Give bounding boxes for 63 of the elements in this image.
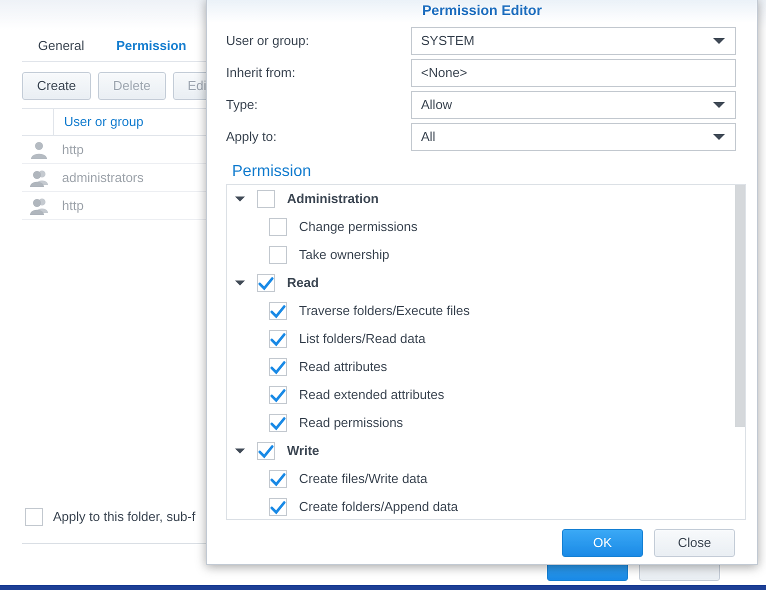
table-cell-text: administrators: [62, 168, 144, 187]
user-icon: [30, 140, 48, 158]
checkbox[interactable]: [269, 246, 287, 264]
permission-label: Read attributes: [299, 358, 388, 376]
checkbox[interactable]: [269, 470, 287, 488]
section-heading: Permission: [232, 162, 312, 182]
checkbox[interactable]: [269, 218, 287, 236]
group-label: Administration: [287, 190, 379, 208]
caret-icon: [713, 38, 725, 44]
field-label: Apply to:: [226, 128, 278, 146]
check-icon: [270, 415, 286, 431]
checkbox[interactable]: [257, 274, 275, 292]
checkbox[interactable]: [269, 414, 287, 432]
column-header[interactable]: User or group: [54, 112, 144, 132]
dropdown-field[interactable]: SYSTEM: [411, 27, 736, 55]
check-icon: [270, 303, 286, 319]
permission-label: Create files/Write data: [299, 470, 428, 488]
permission-label: Traverse folders/Execute files: [299, 302, 470, 320]
permission-label: Take ownership: [299, 246, 390, 264]
checkbox[interactable]: [257, 442, 275, 460]
table-cell-text: http: [62, 140, 84, 159]
group-label: Write: [287, 442, 320, 460]
input-field[interactable]: <None>: [411, 59, 736, 87]
check-icon: [270, 387, 286, 403]
checkbox[interactable]: [257, 190, 275, 208]
group-icon: [30, 196, 48, 214]
dialog-title: Permission Editor: [207, 0, 757, 23]
expand-icon[interactable]: [235, 448, 245, 454]
check-icon: [270, 499, 286, 515]
checkbox[interactable]: [25, 508, 43, 526]
tab[interactable]: General: [22, 30, 100, 61]
caret-icon: [713, 134, 725, 140]
checkbox[interactable]: [269, 302, 287, 320]
field-label: User or group:: [226, 32, 310, 50]
group-label: Read: [287, 274, 319, 292]
check-icon: [258, 443, 274, 459]
checkbox[interactable]: [269, 358, 287, 376]
table-cell-text: http: [62, 196, 84, 215]
check-icon: [270, 359, 286, 375]
checkbox[interactable]: [269, 330, 287, 348]
check-icon: [270, 331, 286, 347]
check-icon: [258, 275, 274, 291]
tab[interactable]: Permission: [100, 30, 202, 61]
field-label: Type:: [226, 96, 259, 114]
permission-label: Read permissions: [299, 414, 404, 432]
group-icon: [30, 168, 48, 186]
dropdown-field[interactable]: Allow: [411, 91, 736, 119]
checkbox[interactable]: [269, 386, 287, 404]
expand-icon[interactable]: [235, 280, 245, 286]
permission-label: List folders/Read data: [299, 330, 426, 348]
toolbar-button[interactable]: Create: [22, 72, 92, 100]
field-label: Inherit from:: [226, 64, 296, 82]
permission-label: Create folders/Append data: [299, 498, 458, 516]
dropdown-field[interactable]: All: [411, 123, 736, 151]
caret-icon: [713, 102, 725, 108]
permission-label: Change permissions: [299, 218, 418, 236]
expand-icon[interactable]: [235, 196, 245, 202]
checkbox[interactable]: [269, 498, 287, 516]
checkbox-label: Apply to this folder, sub-f: [53, 508, 196, 526]
close-button[interactable]: Close: [654, 529, 735, 557]
check-icon: [270, 471, 286, 487]
permission-label: Read extended attributes: [299, 386, 444, 404]
scrollbar-thumb[interactable]: [735, 185, 745, 427]
